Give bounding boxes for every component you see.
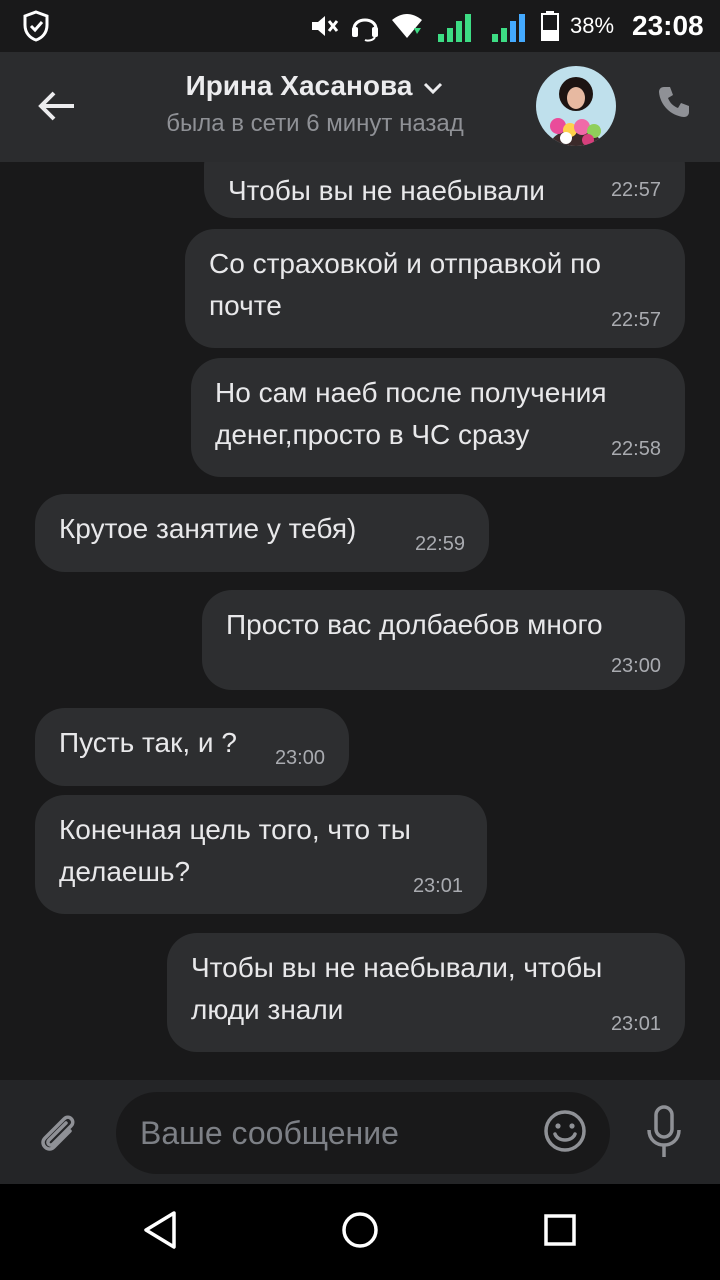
message-time: 23:01 [412,875,463,897]
clock: 23:08 [632,10,704,41]
message-text: Конечная цель того, что ты делаешь? [59,814,411,887]
back-triangle-icon [140,1208,180,1257]
system-navigation-bar [0,1184,720,1280]
status-bar: 38% 23:08 [0,0,720,52]
signal-icon [490,0,532,52]
message-text: Но сам наеб после получения денег,просто… [215,377,607,450]
emoji-icon [543,1109,587,1158]
call-button[interactable] [652,82,696,126]
back-arrow-icon [36,89,76,128]
message-time: 23:00 [610,655,661,677]
contact-info[interactable]: Ирина Хасанова была в сети 6 минут назад [100,70,530,138]
message-time: 22:57 [610,179,661,201]
voice-record-button[interactable] [642,1104,686,1164]
battery-percent: 38% [570,13,615,38]
message-bubble-incoming[interactable]: Конечная цель того, что ты делаешь? 23:0… [35,795,487,914]
nav-recents-button[interactable] [536,1208,584,1256]
message-bubble-outgoing[interactable]: Но сам наеб после получения денег,просто… [191,358,685,477]
microphone-icon [644,1104,684,1165]
message-bubble-outgoing[interactable]: Чтобы вы не наебывали 22:57 [204,162,685,218]
nav-back-button[interactable] [136,1208,184,1256]
back-button[interactable] [28,80,84,136]
emoji-button[interactable] [542,1109,588,1158]
home-circle-icon [339,1209,381,1256]
avatar[interactable] [536,66,616,146]
message-time: 23:01 [610,1013,661,1035]
message-time: 22:57 [610,309,661,331]
recents-square-icon [540,1210,580,1255]
shield-check-icon [22,0,50,52]
nav-home-button[interactable] [336,1208,384,1256]
message-text: Чтобы вы не наебывали [228,175,545,206]
mute-icon [310,0,340,52]
message-bubble-outgoing[interactable]: Со страховкой и отправкой по почте 22:57 [185,229,685,348]
message-text: Со страховкой и отправкой по почте [209,248,601,321]
paperclip-icon [36,1111,80,1162]
chat-header: Ирина Хасанова была в сети 6 минут назад [0,52,720,162]
message-time: 22:58 [610,438,661,460]
attach-button[interactable] [30,1108,86,1164]
signal-icon [436,0,478,52]
phone-icon [656,84,692,125]
wifi-icon [390,0,424,52]
message-bubble-outgoing[interactable]: Просто вас долбаебов много 23:00 [202,590,685,690]
headset-icon [348,0,382,52]
battery-icon [540,0,560,52]
last-seen-status: была в сети 6 минут назад [166,110,464,137]
message-text: Крутое занятие у тебя) [59,513,357,544]
message-text: Чтобы вы не наебывали, чтобы люди знали [191,952,603,1025]
contact-name: Ирина Хасанова [185,70,413,101]
message-bubble-incoming[interactable]: Пусть так, и ? 23:00 [35,708,349,786]
message-time: 23:00 [274,747,325,769]
message-list[interactable]: Чтобы вы не наебывали 22:57 Со страховко… [0,162,720,1080]
message-input-placeholder: Ваше сообщение [140,1115,399,1151]
message-time: 22:59 [414,533,465,555]
message-bubble-incoming[interactable]: Крутое занятие у тебя) 22:59 [35,494,489,572]
chevron-down-icon [422,70,444,102]
message-input[interactable]: Ваше сообщение [116,1092,610,1174]
message-composer: Ваше сообщение [0,1080,720,1184]
message-bubble-outgoing[interactable]: Чтобы вы не наебывали, чтобы люди знали … [167,933,685,1052]
message-text: Просто вас долбаебов много [226,609,603,640]
